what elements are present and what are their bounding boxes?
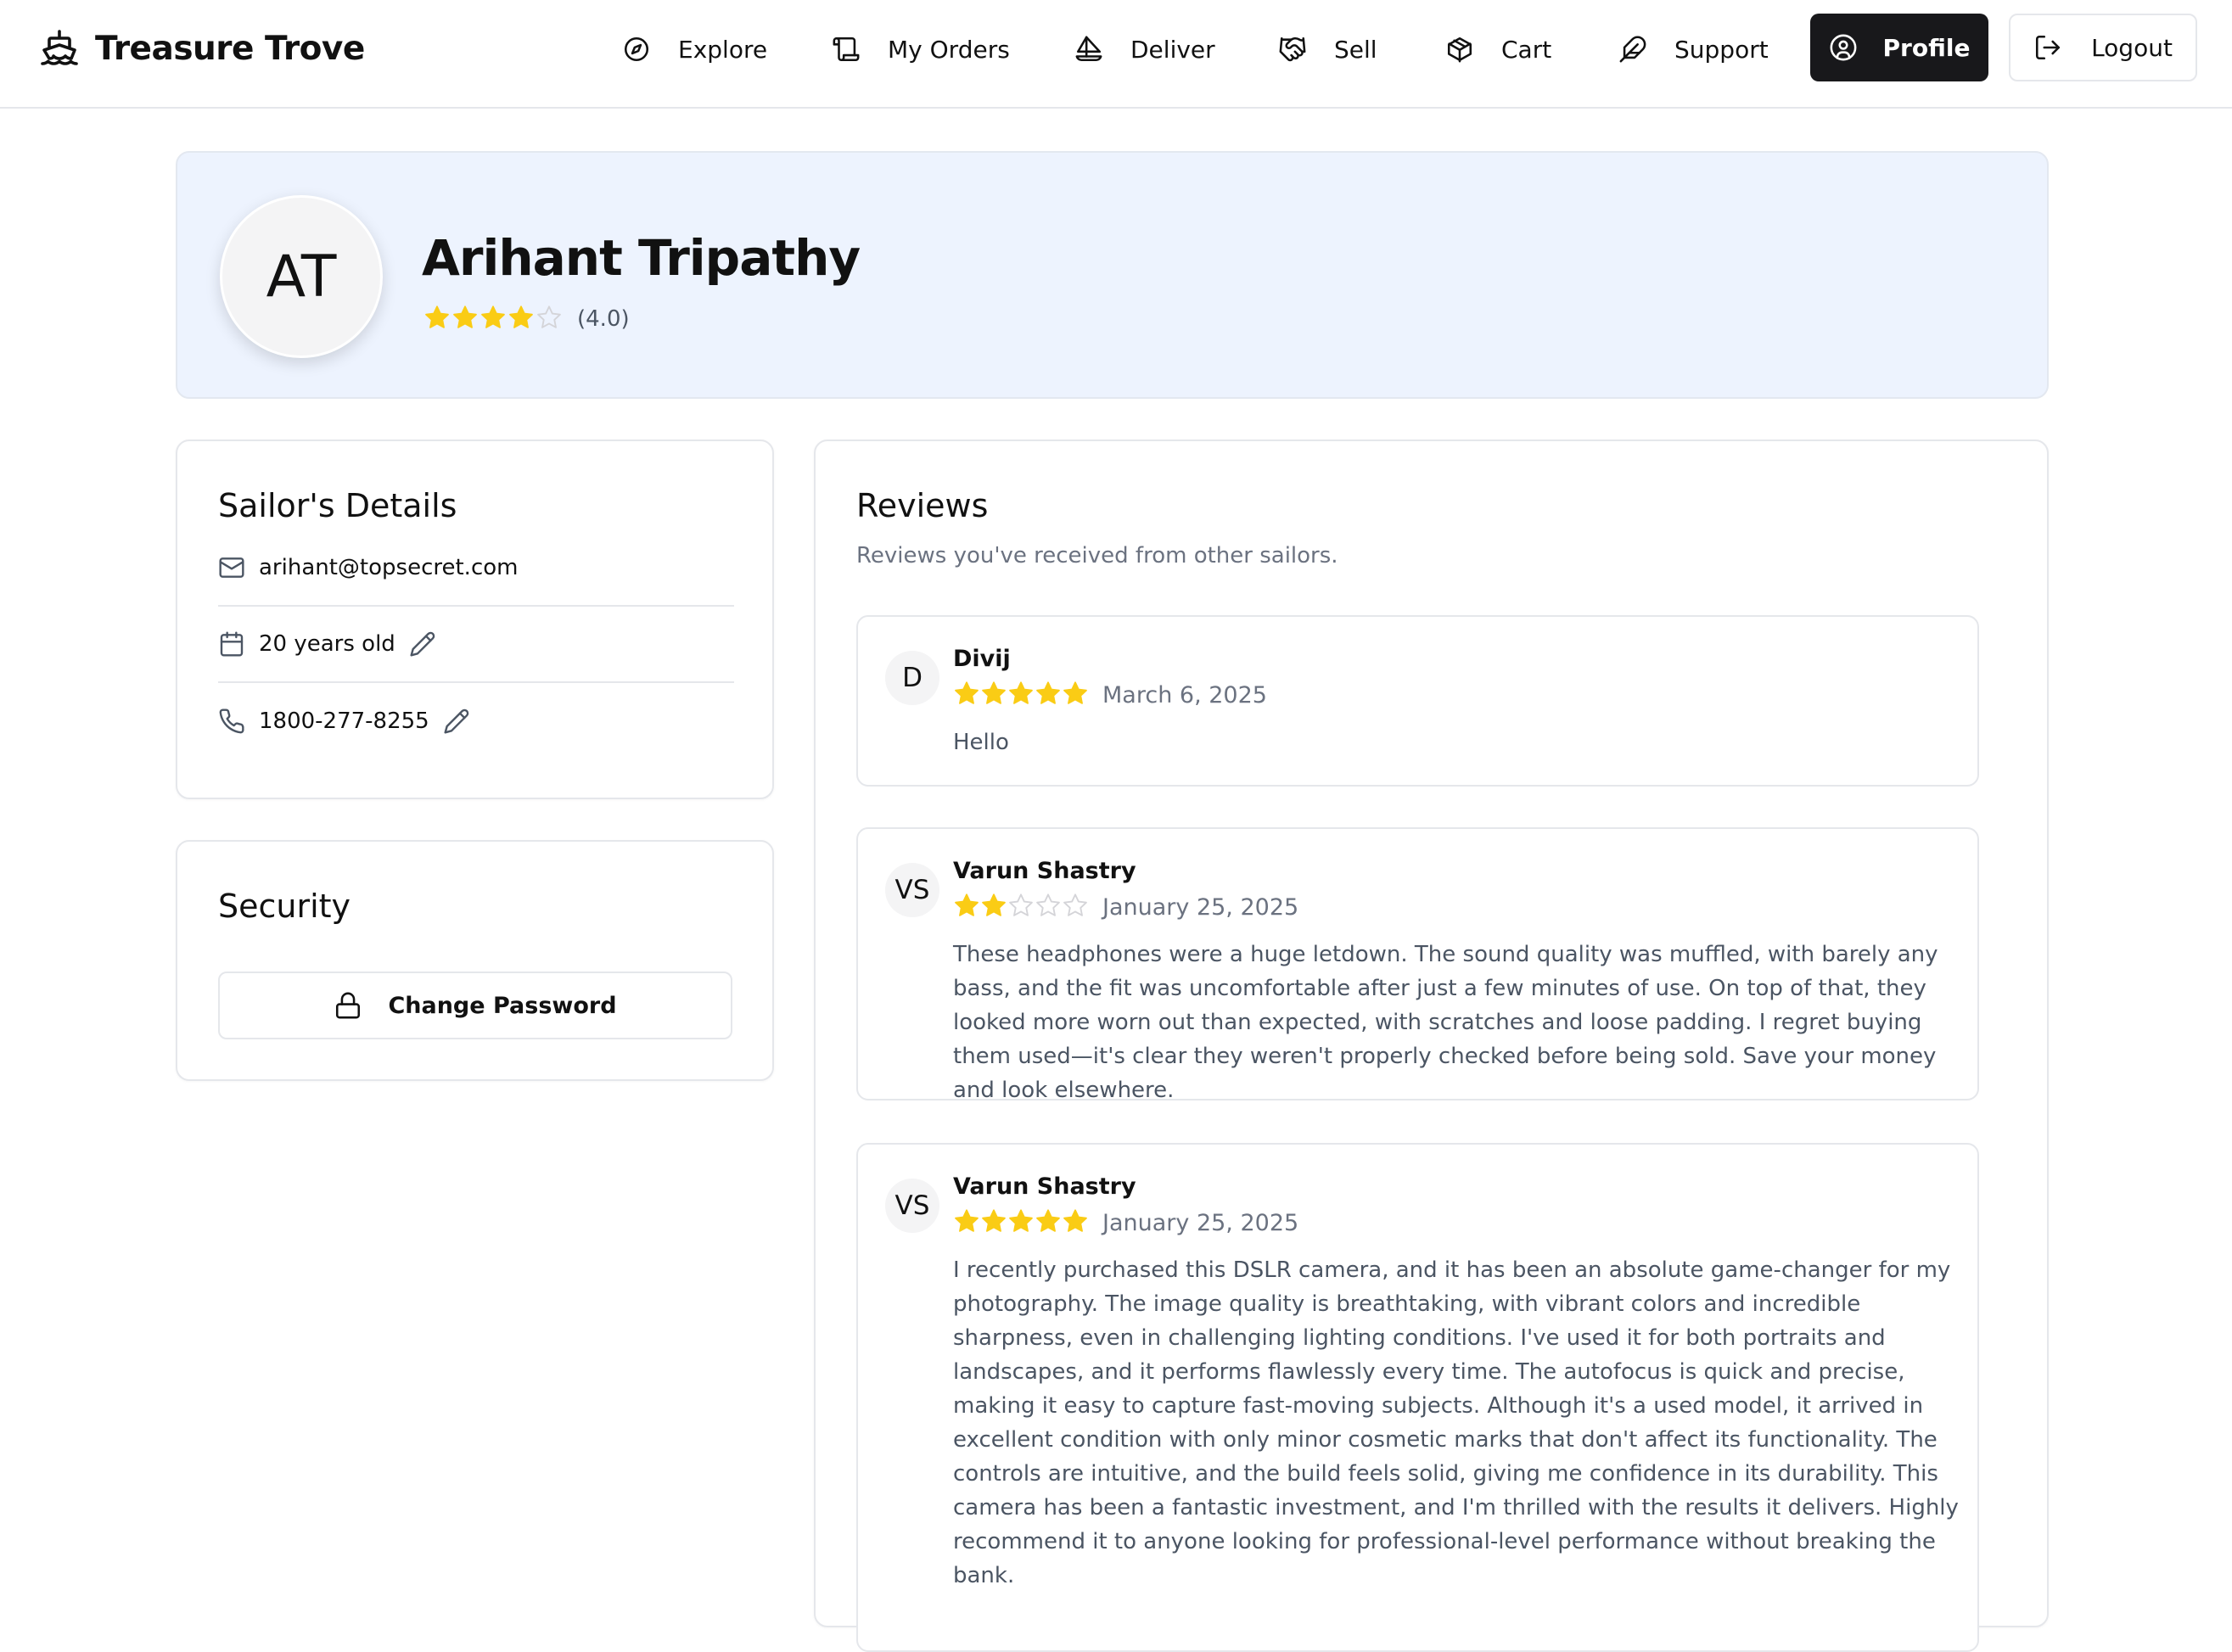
star-filled-icon	[1063, 681, 1087, 704]
star-filled-icon	[425, 305, 449, 328]
star-filled-icon	[982, 893, 1006, 916]
logout-icon	[2036, 35, 2061, 60]
sailboat-icon	[1075, 36, 1102, 62]
nav-my-orders-label: My Orders	[888, 35, 1010, 64]
reviews-card: Reviews Reviews you've received from oth…	[814, 440, 2049, 1652]
review-date: January 25, 2025	[1102, 1209, 1299, 1236]
profile-button[interactable]: Profile	[1810, 14, 1988, 81]
brand-link[interactable]: Treasure Trove	[39, 24, 365, 73]
star-filled-icon	[982, 681, 1006, 704]
star-filled-icon	[955, 893, 979, 916]
phone-row: 1800-277-8255	[218, 683, 734, 759]
star-filled-icon	[509, 305, 533, 328]
star-filled-icon	[1009, 681, 1033, 704]
review-text: I recently purchased this DSLR camera, a…	[953, 1257, 1959, 1588]
mail-icon	[219, 557, 244, 578]
reviewer-avatar: VS	[885, 1179, 939, 1233]
reviewer-avatar: VS	[885, 863, 939, 917]
nav-explore-label: Explore	[678, 35, 768, 64]
change-password-button[interactable]: Change Password	[218, 972, 732, 1039]
star-filled-icon	[955, 681, 979, 704]
edit-phone-pencil-icon[interactable]	[443, 708, 470, 735]
nav-sell-label: Sell	[1334, 35, 1377, 64]
logout-button[interactable]: Logout	[2009, 14, 2197, 81]
handshake-icon	[1279, 36, 1306, 62]
star-rating	[423, 304, 564, 334]
review-text: Hello	[953, 730, 1009, 755]
security-title: Security	[218, 888, 351, 925]
review-item: VS Varun Shastry January 25, 2025 I rece…	[856, 1143, 1979, 1652]
star-rating	[953, 892, 1089, 922]
phone-value: 1800-277-8255	[259, 708, 429, 734]
avatar: AT	[220, 195, 383, 358]
review-meta: January 25, 2025	[953, 892, 1298, 922]
nav-sell[interactable]: Sell	[1278, 19, 1377, 80]
lock-icon	[336, 992, 361, 1019]
nav-support-label: Support	[1674, 35, 1769, 64]
profile-name: Arihant Tripathy	[422, 229, 861, 287]
scroll-icon	[833, 36, 860, 62]
reviews-title: Reviews	[856, 487, 989, 524]
logout-button-label: Logout	[2091, 33, 2173, 62]
star-filled-icon	[982, 1209, 1006, 1232]
phone-icon	[219, 708, 244, 734]
brand-name: Treasure Trove	[95, 29, 365, 68]
review-date: March 6, 2025	[1102, 681, 1267, 708]
reviews-subtitle: Reviews you've received from other sailo…	[856, 543, 1338, 568]
age-row: 20 years old	[218, 607, 734, 683]
review-date: January 25, 2025	[1102, 893, 1299, 921]
star-rating	[953, 1207, 1089, 1238]
rating-value: (4.0)	[577, 306, 630, 332]
nav-deliver-label: Deliver	[1130, 35, 1215, 64]
reviewer-name: Varun Shastry	[953, 858, 1136, 884]
ship-icon	[41, 30, 78, 65]
sailor-details-card: Sailor's Details arihant@topsecret.com 2…	[176, 440, 774, 799]
edit-age-pencil-icon[interactable]	[409, 630, 436, 658]
reviewer-name: Divij	[953, 646, 1011, 672]
star-empty-icon	[1036, 893, 1060, 916]
star-empty-icon	[1009, 893, 1033, 916]
age-value: 20 years old	[259, 631, 395, 657]
profile-rating: (4.0)	[423, 304, 630, 334]
nav-deliver[interactable]: Deliver	[1074, 19, 1215, 80]
email-row: arihant@topsecret.com	[218, 530, 734, 607]
nav-cart[interactable]: Cart	[1445, 19, 1551, 80]
star-filled-icon	[955, 1209, 979, 1232]
review-meta: March 6, 2025	[953, 680, 1267, 710]
star-filled-icon	[453, 305, 477, 328]
star-filled-icon	[1009, 1209, 1033, 1232]
star-filled-icon	[481, 305, 505, 328]
reviewer-avatar: D	[885, 651, 939, 705]
nav-explore[interactable]: Explore	[622, 19, 767, 80]
review-meta: January 25, 2025	[953, 1207, 1298, 1238]
email-value: arihant@topsecret.com	[259, 555, 519, 580]
star-empty-icon	[537, 305, 561, 328]
reviewer-name: Varun Shastry	[953, 1173, 1136, 1200]
security-card: Security Change Password	[176, 840, 774, 1081]
profile-button-label: Profile	[1882, 33, 1971, 62]
star-filled-icon	[1063, 1209, 1087, 1232]
feather-icon	[1619, 36, 1646, 63]
star-empty-icon	[1063, 893, 1087, 916]
user-circle-icon	[1830, 34, 1856, 61]
nav-support[interactable]: Support	[1618, 19, 1769, 80]
details-title: Sailor's Details	[218, 487, 457, 524]
nav-cart-label: Cart	[1501, 35, 1552, 64]
review-text: These headphones were a huge letdown. Th…	[953, 942, 1938, 1103]
profile-header: AT Arihant Tripathy (4.0)	[176, 151, 2049, 399]
package-icon	[1447, 36, 1472, 63]
calendar-icon	[220, 631, 244, 657]
nav-my-orders[interactable]: My Orders	[832, 19, 1010, 80]
star-rating	[953, 680, 1089, 710]
compass-icon	[624, 36, 649, 62]
star-filled-icon	[1036, 1209, 1060, 1232]
review-item: VS Varun Shastry January 25, 2025 These …	[856, 827, 1979, 1103]
change-password-label: Change Password	[388, 992, 617, 1019]
star-filled-icon	[1036, 681, 1060, 704]
review-item: D Divij March 6, 2025 Hello	[856, 615, 1979, 787]
top-navbar: Treasure Trove Explore My Orders Deliver…	[0, 0, 2232, 109]
